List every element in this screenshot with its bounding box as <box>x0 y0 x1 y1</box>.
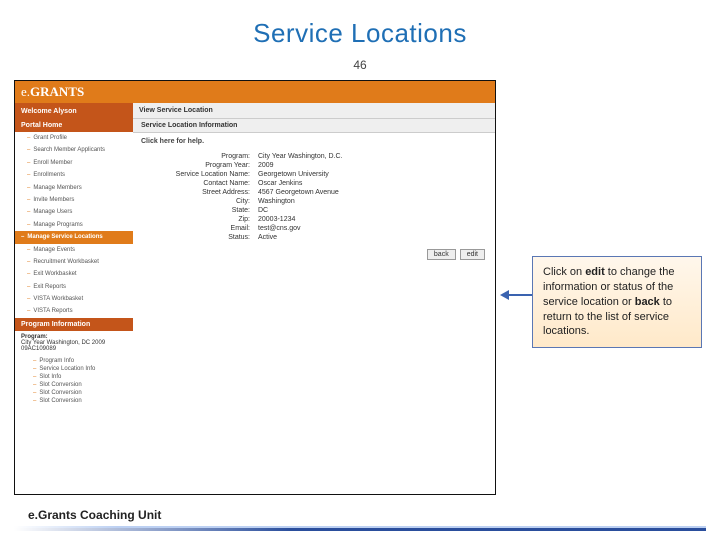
field-label: State: <box>143 207 258 214</box>
welcome-label: Welcome Alyson <box>15 103 133 119</box>
footer-text: e.Grants Coaching Unit <box>28 508 161 522</box>
field-label: Program Year: <box>143 162 258 169</box>
field-label: Street Address: <box>143 189 258 196</box>
field-label: City: <box>143 198 258 205</box>
sidebar-item[interactable]: –Enroll Member <box>15 157 133 169</box>
field-label: Zip: <box>143 216 258 223</box>
field-label: Service Location Name: <box>143 171 258 178</box>
sidebar-sub[interactable]: –Slot Conversion <box>15 381 133 389</box>
field-list: Program:City Year Washington, D.C. Progr… <box>133 150 495 244</box>
slide-title: Service Locations <box>0 18 720 49</box>
field-label: Contact Name: <box>143 180 258 187</box>
sidebar-item[interactable]: –Exit Workbasket <box>15 268 133 280</box>
view-title: View Service Location <box>133 103 495 119</box>
sidebar-program-block: Program: City Year Washington, DC 2009 0… <box>15 331 133 357</box>
field-value: Georgetown University <box>258 171 485 178</box>
sidebar-sub[interactable]: –Slot Conversion <box>15 389 133 397</box>
sidebar: Portal Home –Grant Profile –Search Membe… <box>15 119 133 494</box>
sidebar-item[interactable]: –Manage Programs <box>15 219 133 231</box>
sidebar-item[interactable]: –VISTA Reports <box>15 305 133 317</box>
field-value: City Year Washington, D.C. <box>258 153 485 160</box>
app-subheader: Welcome Alyson View Service Location <box>15 103 495 119</box>
field-value: 20003-1234 <box>258 216 485 223</box>
sidebar-item[interactable]: –Recruitment Workbasket <box>15 256 133 268</box>
footer-divider <box>14 528 706 531</box>
callout-box: Click on edit to change the information … <box>532 256 702 348</box>
slide-number: 46 <box>0 58 720 72</box>
sidebar-program-head: Program Information <box>15 318 133 331</box>
main-panel: Service Location Information Click here … <box>133 119 495 494</box>
sidebar-sub[interactable]: –Slot Info <box>15 373 133 381</box>
sidebar-sub[interactable]: –Service Location Info <box>15 365 133 373</box>
sidebar-item[interactable]: –Enrollments <box>15 169 133 181</box>
field-value: Active <box>258 234 485 241</box>
help-link[interactable]: Click here for help. <box>133 133 495 150</box>
sidebar-item[interactable]: –Manage Members <box>15 182 133 194</box>
field-value: Oscar Jenkins <box>258 180 485 187</box>
field-value: 2009 <box>258 162 485 169</box>
field-label: Program: <box>143 153 258 160</box>
app-window: e.GRANTS Welcome Alyson View Service Loc… <box>14 80 496 495</box>
sidebar-item[interactable]: –Search Member Applicants <box>15 144 133 156</box>
app-logo: e.GRANTS <box>21 84 84 100</box>
field-value: DC <box>258 207 485 214</box>
field-value: test@cns.gov <box>258 225 485 232</box>
section-header: Service Location Information <box>133 119 495 133</box>
sidebar-item-active[interactable]: –Manage Service Locations <box>15 231 133 243</box>
field-label: Status: <box>143 234 258 241</box>
sidebar-item[interactable]: –Grant Profile <box>15 132 133 144</box>
field-label: Email: <box>143 225 258 232</box>
sidebar-portal-head[interactable]: Portal Home <box>15 119 133 132</box>
edit-button[interactable]: edit <box>460 249 485 260</box>
sidebar-item[interactable]: –Manage Events <box>15 244 133 256</box>
sidebar-item[interactable]: –Exit Reports <box>15 281 133 293</box>
field-value: 4567 Georgetown Avenue <box>258 189 485 196</box>
back-button[interactable]: back <box>427 249 456 260</box>
sidebar-sub[interactable]: –Slot Conversion <box>15 397 133 405</box>
callout-arrow <box>500 290 534 300</box>
sidebar-item[interactable]: –Invite Members <box>15 194 133 206</box>
sidebar-sub[interactable]: –Program Info <box>15 357 133 365</box>
app-header: e.GRANTS <box>15 81 495 103</box>
sidebar-item[interactable]: –VISTA Workbasket <box>15 293 133 305</box>
sidebar-item[interactable]: –Manage Users <box>15 206 133 218</box>
field-value: Washington <box>258 198 485 205</box>
